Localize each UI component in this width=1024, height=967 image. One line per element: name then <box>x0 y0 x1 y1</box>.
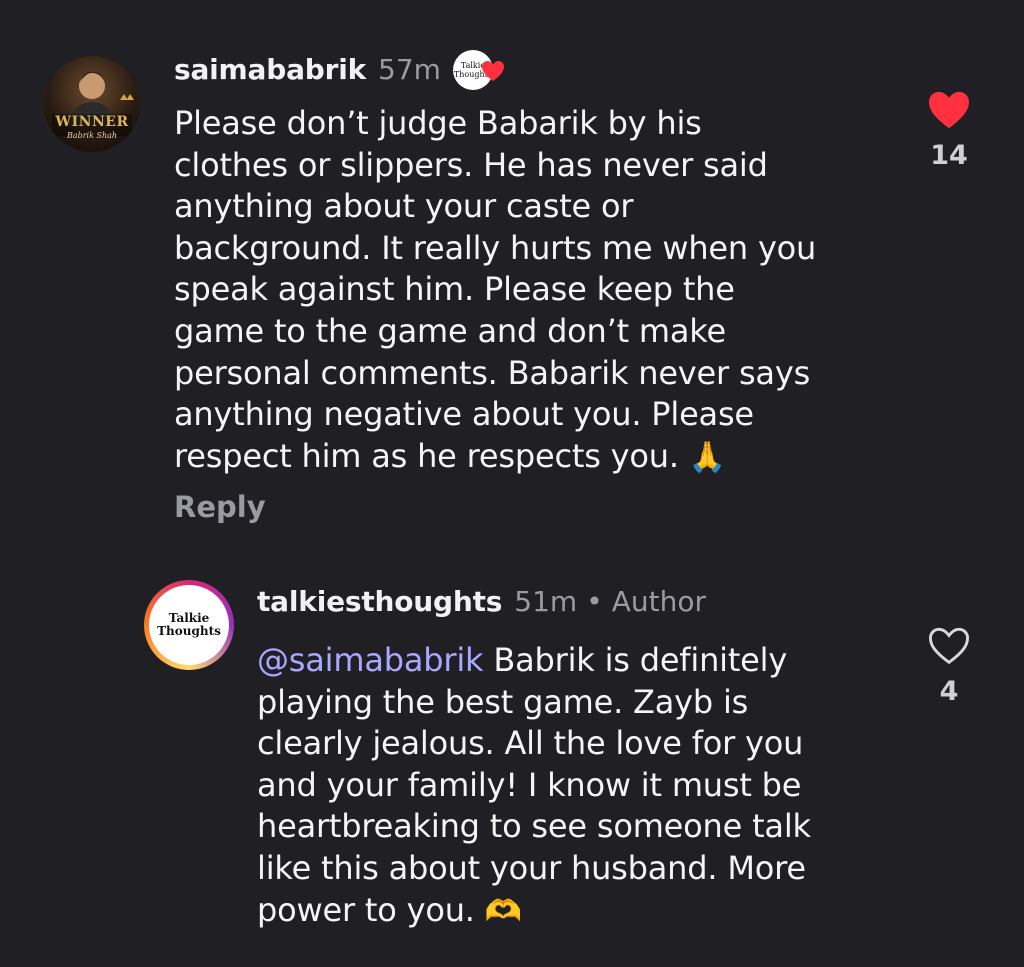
text-line: speak against him. Please keep the <box>174 270 735 309</box>
text-line: playing the best game. Zayb is <box>257 682 749 721</box>
author-tag: Author <box>611 585 706 618</box>
text-line: and your family! I know it must be <box>257 765 802 804</box>
text-line: Please don’t judge Babarik by his <box>174 104 702 142</box>
text-line: clothes or slippers. He has never said <box>174 145 768 184</box>
reply-button[interactable]: Reply <box>174 490 266 524</box>
comment-header: talkiesthoughts 51m • Author <box>257 584 706 620</box>
like-column: 14 <box>919 90 979 171</box>
avatar[interactable]: Talkie Thoughts <box>144 580 234 670</box>
text-line: heartbreaking to see someone talk <box>257 807 811 846</box>
username[interactable]: talkiesthoughts <box>257 584 502 620</box>
avatar-winner-text: WINNER <box>55 114 129 130</box>
text-line: personal comments. Babarik never says <box>174 353 811 392</box>
text-line-last: power to you. 🫶 <box>257 890 811 933</box>
text-line: power to you. <box>257 890 475 929</box>
avatar-logo-text-2: Thoughts <box>157 624 221 638</box>
text-line: background. It really hurts me when you <box>174 228 817 267</box>
praying-hands-emoji: 🙏 <box>688 439 726 475</box>
heart-small-icon <box>481 61 504 81</box>
heart-hands-emoji: 🫶 <box>484 893 522 929</box>
comment-text: @saimababrik Babrik is definitely playin… <box>257 640 811 932</box>
heart-filled-icon[interactable] <box>927 90 971 130</box>
timestamp: 57m <box>378 53 441 86</box>
text-line: like this about your husband. More <box>257 848 806 887</box>
timestamp: 51m <box>514 585 578 618</box>
heart-outline-icon[interactable] <box>927 626 971 666</box>
comment-header: saimababrik 57m Talkie Thoughts <box>174 48 504 92</box>
username[interactable]: saimababrik <box>174 52 366 88</box>
like-count: 14 <box>930 140 968 171</box>
text-line-first: @saimababrik Babrik is definitely <box>257 640 811 682</box>
text-line: clearly jealous. All the love for you <box>257 724 804 763</box>
text-line: game to the game and don’t make <box>174 311 726 350</box>
like-count: 4 <box>939 676 959 707</box>
comment-saimababrik: WINNER Babrik Shah saimababrik 57m Talki… <box>0 0 1024 540</box>
text-line-last: respect him as he respects you. 🙏 <box>174 436 816 479</box>
creator-liked-badge-icon: Talkie Thoughts <box>452 48 504 92</box>
text-line: anything negative about you. Please <box>174 395 754 434</box>
avatar-logo: Talkie Thoughts <box>149 585 229 665</box>
text-line: Babrik is definitely <box>483 641 788 679</box>
comment-talkiesthoughts: Talkie Thoughts talkiesthoughts 51m • Au… <box>0 560 1024 960</box>
avatar[interactable]: WINNER Babrik Shah <box>44 56 140 152</box>
separator-dot: • <box>586 585 603 618</box>
mention-link[interactable]: @saimababrik <box>257 641 484 679</box>
like-column: 4 <box>919 626 979 707</box>
avatar-subtext: Babrik Shah <box>66 131 118 140</box>
text-line: respect him as he respects you. <box>174 436 679 475</box>
text-line: anything about your caste or <box>174 187 634 226</box>
comment-text: Please don’t judge Babarik by his clothe… <box>174 103 816 478</box>
